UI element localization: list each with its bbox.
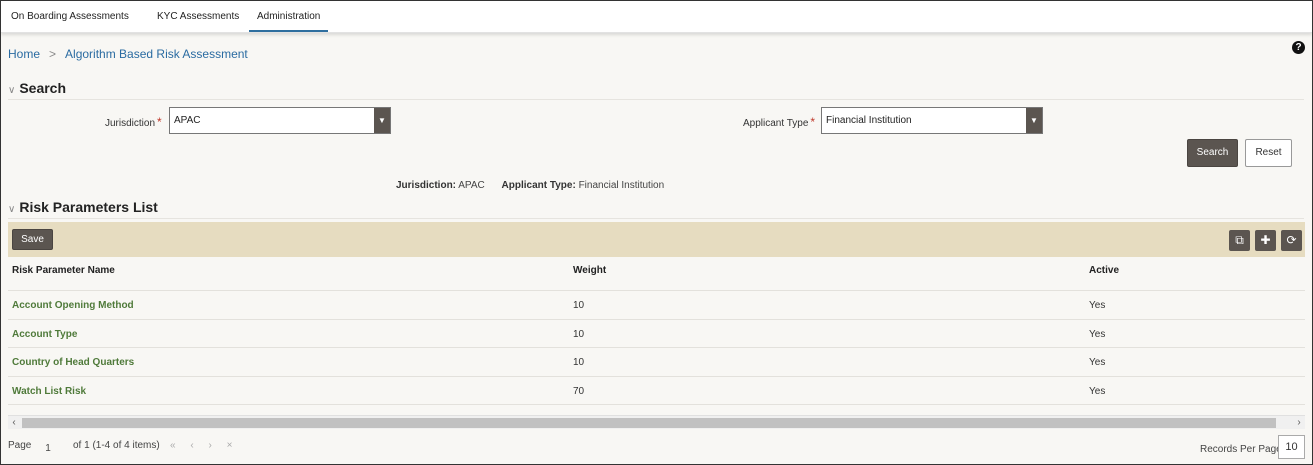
row-active: Yes <box>1089 329 1106 340</box>
row-weight: 70 <box>573 386 585 397</box>
search-summary: Jurisdiction: APAC Applicant Type: Finan… <box>396 180 664 191</box>
row-divider <box>8 404 1305 405</box>
search-button[interactable]: Search <box>1187 139 1238 167</box>
applicant-type-select[interactable]: Financial Institution ▼ <box>821 107 1043 134</box>
summary-applicant-type-label: Applicant Type: <box>501 180 576 191</box>
add-icon[interactable]: ✚ <box>1255 230 1276 251</box>
tab-administration[interactable]: Administration <box>249 1 329 32</box>
row-divider <box>8 347 1305 348</box>
row-active: Yes <box>1089 357 1106 368</box>
required-marker: * <box>157 115 162 129</box>
chevron-right-icon: > <box>49 47 57 61</box>
row-weight: 10 <box>573 357 585 368</box>
jurisdiction-select[interactable]: APAC ▼ <box>169 107 391 134</box>
search-section-header[interactable]: ∨ Search <box>8 80 66 96</box>
records-per-page-label: Records Per Page <box>1200 444 1282 455</box>
row-name-link[interactable]: Account Opening Method <box>12 300 134 311</box>
breadcrumb-home[interactable]: Home <box>8 47 40 61</box>
jurisdiction-value: APAC <box>174 115 201 126</box>
page-of-text: of 1 (1-4 of 4 items) <box>73 440 160 451</box>
help-icon[interactable]: ? <box>1292 41 1305 54</box>
reset-button[interactable]: Reset <box>1245 139 1292 167</box>
row-divider <box>8 376 1305 377</box>
next-page-icon[interactable]: › <box>208 440 211 451</box>
jurisdiction-label: Jurisdiction * <box>105 115 162 129</box>
summary-applicant-type-value: Financial Institution <box>578 180 665 191</box>
page-number-input[interactable]: 1 <box>38 441 58 457</box>
applicant-type-value: Financial Institution <box>826 115 912 126</box>
tab-kyc-assessments[interactable]: KYC Assessments <box>157 1 239 32</box>
column-header-name[interactable]: Risk Parameter Name <box>12 265 115 276</box>
top-tab-bar: On Boarding Assessments KYC Assessments … <box>1 1 1312 33</box>
summary-jurisdiction-value: APAC <box>458 180 485 191</box>
export-icon[interactable]: ⧉ <box>1229 230 1250 251</box>
chevron-down-icon: ∨ <box>8 204 16 215</box>
row-divider <box>8 290 1305 291</box>
save-button[interactable]: Save <box>12 229 53 250</box>
search-section-title: Search <box>19 80 67 96</box>
row-weight: 10 <box>573 300 585 311</box>
caret-down-icon[interactable]: ▼ <box>374 108 390 133</box>
row-name-link[interactable]: Watch List Risk <box>12 386 86 397</box>
caret-down-icon[interactable]: ▼ <box>1026 108 1042 133</box>
row-divider <box>8 319 1305 320</box>
scroll-right-icon[interactable]: › <box>1293 416 1305 430</box>
row-active: Yes <box>1089 386 1106 397</box>
applicant-type-label: Applicant Type * <box>743 115 815 129</box>
summary-jurisdiction-label: Jurisdiction: <box>396 180 457 191</box>
refresh-icon[interactable]: ⟳ <box>1281 230 1302 251</box>
row-name-link[interactable]: Account Type <box>12 329 77 340</box>
scrollbar-thumb[interactable] <box>22 418 1276 428</box>
pager-nav: « ‹ › × <box>170 440 232 451</box>
tab-on-boarding-assessments[interactable]: On Boarding Assessments <box>11 1 129 32</box>
records-per-page-input[interactable]: 10 <box>1278 435 1305 459</box>
last-page-icon[interactable]: × <box>227 440 233 451</box>
scroll-left-icon[interactable]: ‹ <box>8 416 20 430</box>
page-label: Page <box>8 440 32 451</box>
column-header-active[interactable]: Active <box>1089 265 1119 276</box>
chevron-down-icon: ∨ <box>8 85 16 96</box>
divider <box>8 99 1304 100</box>
jurisdiction-label-text: Jurisdiction <box>105 118 156 129</box>
column-header-weight[interactable]: Weight <box>573 265 606 276</box>
divider <box>8 218 1304 219</box>
horizontal-scrollbar[interactable]: ‹ › <box>8 415 1305 429</box>
risk-list-section-header[interactable]: ∨ Risk Parameters List <box>8 199 158 215</box>
applicant-type-label-text: Applicant Type <box>743 118 809 129</box>
prev-page-icon[interactable]: ‹ <box>190 440 193 451</box>
risk-list-section-title: Risk Parameters List <box>19 199 158 215</box>
row-weight: 10 <box>573 329 585 340</box>
row-name-link[interactable]: Country of Head Quarters <box>12 357 134 368</box>
row-active: Yes <box>1089 300 1106 311</box>
breadcrumb-current[interactable]: Algorithm Based Risk Assessment <box>65 47 248 61</box>
first-page-icon[interactable]: « <box>170 440 176 451</box>
required-marker: * <box>810 115 816 129</box>
list-toolbar: Save ⧉ ✚ ⟳ <box>8 222 1305 257</box>
breadcrumb: Home > Algorithm Based Risk Assessment <box>8 47 248 61</box>
